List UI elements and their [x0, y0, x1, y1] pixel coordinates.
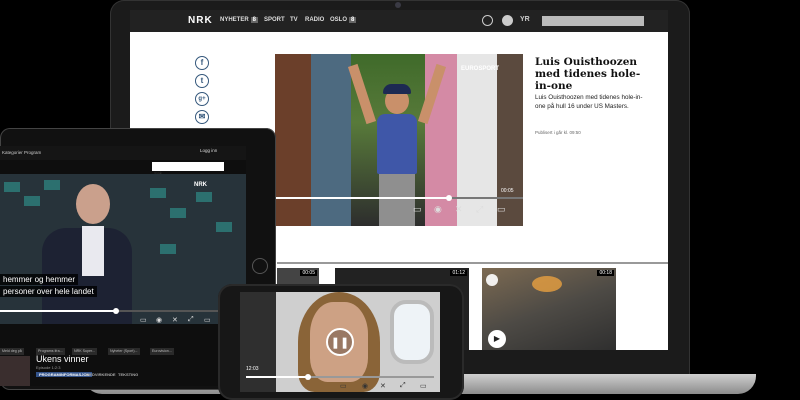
nrk-logo[interactable]: NRK — [188, 15, 213, 26]
tablet-home-button[interactable] — [252, 258, 268, 274]
categories-link[interactable]: Kategorier — [2, 150, 23, 155]
program-episode: Episode 1:2:3 — [36, 365, 61, 370]
video-thumbnail[interactable]: 00:18 ▶ — [482, 268, 616, 350]
video-progress-track[interactable] — [275, 197, 523, 199]
phone-progress-fill — [246, 376, 309, 378]
video-duration: 00:05 — [501, 188, 514, 194]
volume-mute-icon[interactable]: ✕ — [380, 382, 386, 390]
crowd-figure — [311, 54, 351, 226]
fullscreen-icon[interactable]: ⤢ — [188, 316, 194, 324]
tab-medvirkende[interactable]: MEDVIRKENDE — [86, 372, 116, 377]
fullscreen-icon[interactable]: ⤢ — [400, 382, 406, 390]
golfer-cap — [383, 84, 411, 94]
golfer-shirt — [377, 114, 417, 174]
tablet-top-bar: Kategorier Program Logg inn — [0, 146, 246, 160]
login-link[interactable]: Logg inn — [200, 148, 217, 153]
video-scrubber[interactable] — [445, 195, 452, 201]
nav-item-nyheter[interactable]: NYHETER 8 — [220, 17, 259, 23]
twitter-share-icon[interactable]: t — [195, 74, 209, 88]
laptop-camera — [395, 2, 401, 8]
crowd-figure — [497, 54, 523, 226]
phone-video-player[interactable]: ❚❚ 12:03 ▭ ◉ ✕ ⤢ ▭ — [240, 292, 440, 392]
program-pill[interactable]: Meld deg på — [0, 348, 24, 355]
cast-icon[interactable]: ▭ — [497, 204, 506, 215]
subtitles-icon[interactable]: ▭ — [340, 382, 347, 390]
super-icon[interactable] — [502, 15, 513, 26]
explosion-fire — [532, 276, 562, 292]
tablet-video-player[interactable]: NRK hemmer og hemmer personer over hele … — [0, 174, 246, 324]
thumbnail-duration: 00:18 — [597, 270, 614, 276]
eurosport-watermark: EUROSPORT — [461, 66, 500, 72]
tablet-progress-fill — [0, 310, 116, 312]
article-lead: Luis Ouisthoozen med tidenes hole-in-one… — [535, 94, 643, 110]
nav-item-sport[interactable]: SPORT — [264, 17, 285, 23]
phone-scrubber[interactable] — [305, 374, 312, 380]
golf-video-player[interactable]: EUROSPORT 00:05 ▭ ◉ ✕ ⤢ ▭ — [275, 54, 523, 226]
settings-icon[interactable]: ◉ — [434, 204, 442, 215]
thumbnail-duration: 00:05 — [300, 270, 317, 276]
studio-tile — [44, 180, 60, 190]
program-pill[interactable]: Nyheter (Sport)... — [108, 348, 140, 355]
top-nav-bar: NRK NYHETER 8 SPORT TV RADIO OSLO 8 YR — [130, 10, 668, 32]
nav-item-radio[interactable]: RADIO — [305, 17, 324, 23]
nav-item-tv[interactable]: TV — [290, 17, 298, 23]
googleplus-share-icon[interactable]: g+ — [195, 92, 209, 106]
studio-tile — [196, 192, 212, 202]
settings-icon[interactable]: ◉ — [362, 382, 368, 390]
tablet-progress-track[interactable] — [0, 310, 246, 312]
studio-tile — [4, 182, 20, 192]
subtitle-line: hemmer og hemmer — [0, 274, 79, 285]
golfer-legs — [379, 174, 415, 226]
studio-tile — [160, 244, 176, 254]
user-icon[interactable] — [482, 15, 493, 26]
cast-icon[interactable]: ▭ — [420, 382, 427, 390]
volume-mute-icon[interactable]: ✕ — [172, 316, 178, 324]
presenter-head — [76, 184, 110, 224]
article-headline[interactable]: Luis Ouisthoozen med tidenes hole-in-one — [535, 56, 655, 92]
article-meta: Publisert i går kl. 09:50 — [535, 130, 581, 135]
nrk-channel-logo: NRK — [194, 182, 207, 188]
studio-tile — [170, 208, 186, 218]
fullscreen-icon[interactable]: ⤢ — [476, 204, 483, 215]
airplane-window — [390, 300, 434, 364]
section-divider — [277, 262, 668, 264]
play-icon[interactable]: ▶ — [488, 330, 506, 348]
subtitles-icon[interactable]: ▭ — [140, 316, 147, 324]
studio-tile — [24, 196, 40, 206]
subtitle-line: personer over hele landet — [0, 286, 97, 297]
subtitles-icon[interactable]: ▭ — [413, 204, 422, 215]
search-input[interactable] — [542, 16, 644, 26]
channel-badge-icon — [486, 274, 498, 286]
tab-teksting[interactable]: TEKSTING — [118, 372, 138, 377]
programs-link[interactable]: Program — [24, 150, 41, 155]
settings-icon[interactable]: ◉ — [156, 316, 162, 324]
nav-item-oslo[interactable]: OSLO 8 — [330, 17, 357, 23]
crowd-figure — [275, 54, 311, 226]
program-pill[interactable]: Eurovision... — [150, 348, 174, 355]
studio-tile — [216, 222, 232, 232]
tablet-scrubber[interactable] — [112, 308, 119, 314]
tab-programinformasjon[interactable]: PROGRAMINFORMASJON — [36, 372, 93, 377]
cast-icon[interactable]: ▭ — [204, 316, 211, 324]
email-share-icon[interactable]: ✉ — [195, 110, 209, 124]
video-progress-fill — [275, 197, 449, 199]
volume-mute-icon[interactable]: ✕ — [455, 204, 463, 215]
yr-link[interactable]: YR — [520, 16, 530, 23]
tablet-screen: Kategorier Program Logg inn Søk NRK hemm… — [0, 146, 246, 386]
phone-progress-track[interactable] — [246, 376, 434, 378]
phone-elapsed-time: 12:03 — [246, 366, 259, 372]
program-title[interactable]: Ukens vinner — [36, 354, 89, 364]
program-thumbnail[interactable] — [0, 356, 30, 386]
pause-icon[interactable]: ❚❚ — [326, 328, 354, 356]
golfer-arm — [347, 63, 377, 125]
facebook-share-icon[interactable]: f — [195, 56, 209, 70]
crowd-figure — [457, 54, 497, 226]
tablet-search-input[interactable]: Søk — [152, 162, 224, 176]
thumbnail-duration: 01:12 — [450, 270, 467, 276]
presenter-shirt — [82, 226, 104, 276]
studio-tile — [150, 188, 166, 198]
